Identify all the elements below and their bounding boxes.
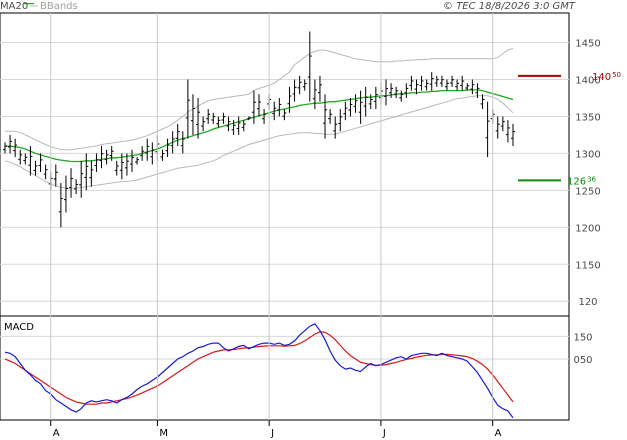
resistance-label-decimal: 50	[612, 71, 621, 79]
price-ytick-label: 1150	[575, 260, 600, 271]
ma-legend-label: MA20	[0, 1, 28, 12]
price-ytick-label: 1450	[575, 39, 600, 50]
month-label: J	[270, 428, 274, 439]
month-label: A	[53, 428, 60, 439]
macd-ytick-labels: 150 050	[573, 332, 592, 366]
copyright-text: © TEC 18/8/2026 3:0 GMT	[443, 1, 576, 12]
price-ytick-label: 1250	[575, 186, 600, 197]
chart-stage: MA20 BBands © TEC 18/8/2026 3:0 GMT 120 1…	[0, 0, 627, 440]
support-label-decimal: 36	[587, 175, 596, 183]
macd-ytick-label: 050	[573, 355, 592, 366]
bbands-legend-label: BBands	[40, 1, 78, 12]
resistance-label: 14050	[592, 71, 621, 83]
month-label: M	[159, 428, 168, 439]
macd-ytick-label: 150	[573, 332, 592, 343]
header: MA20 BBands © TEC 18/8/2026 3:0 GMT	[0, 1, 576, 12]
stock-chart: MA20 BBands © TEC 18/8/2026 3:0 GMT 120 1…	[0, 1, 621, 439]
bbands-legend-swatch	[30, 5, 38, 7]
macd-label: MACD	[4, 322, 34, 333]
price-panel: 1201150120012501300135014001450 14050126…	[0, 12, 621, 317]
price-ytick-label: 1350	[575, 112, 600, 123]
price-ytick-label: 1200	[575, 223, 600, 234]
price-ytick-label: 1300	[575, 149, 600, 160]
macd-panel: MACD 150 050	[0, 315, 593, 421]
month-label: A	[495, 428, 502, 439]
month-label: J	[382, 428, 386, 439]
price-ytick-label: 120	[578, 297, 597, 308]
